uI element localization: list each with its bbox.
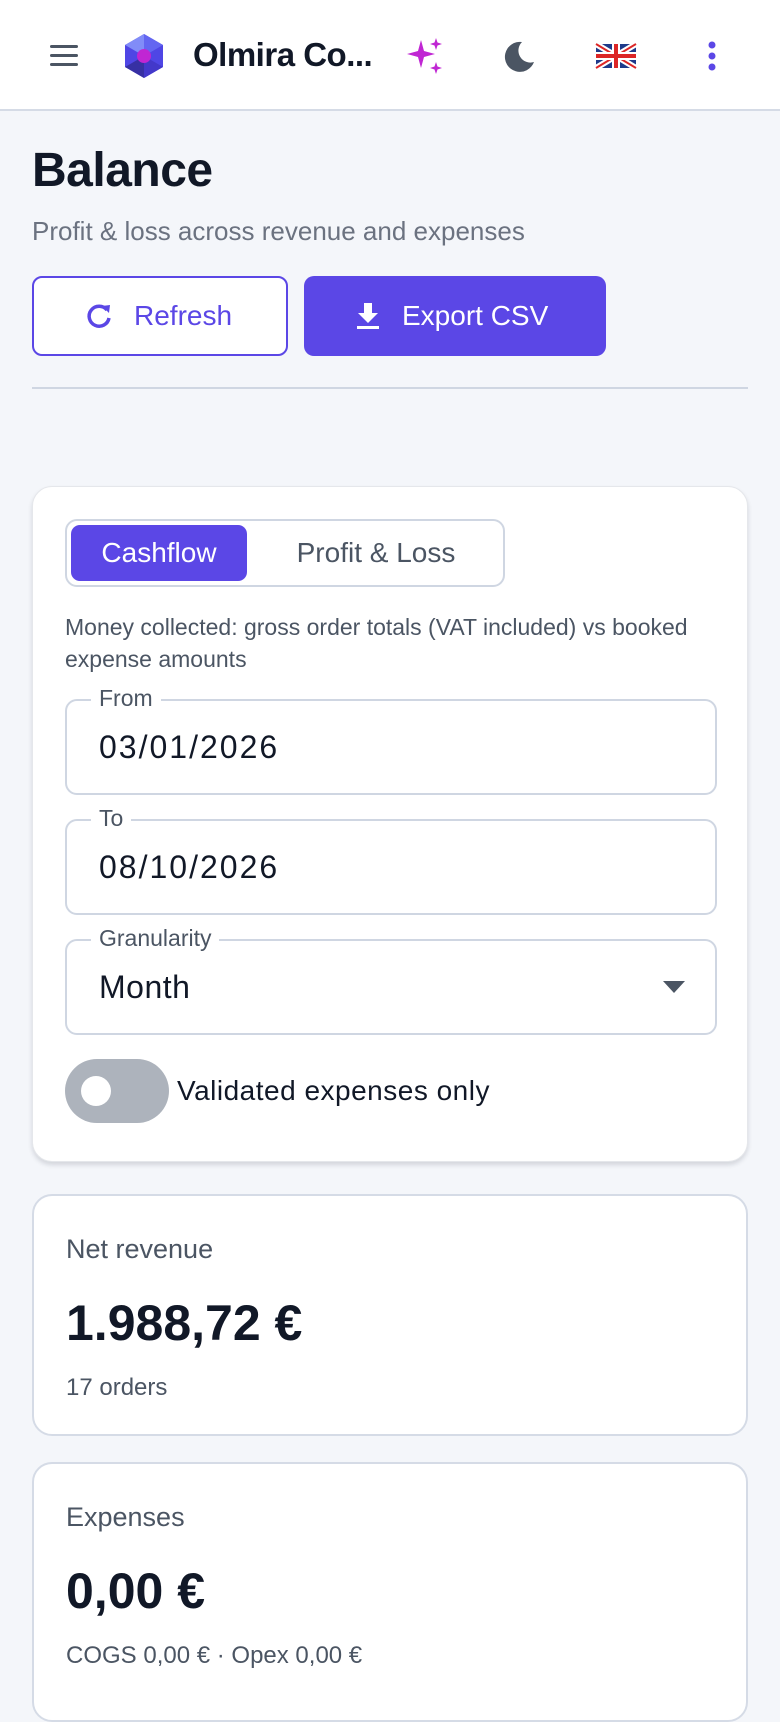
validated-only-switch[interactable] <box>65 1059 169 1123</box>
refresh-label: Refresh <box>134 300 233 331</box>
to-date-value: 08/10/2026 <box>99 849 280 885</box>
refresh-button[interactable]: Refresh <box>32 276 288 356</box>
chevron-down-icon <box>663 981 685 993</box>
from-date-label: From <box>91 685 161 712</box>
tab-profit-loss[interactable]: Profit & Loss <box>251 525 501 581</box>
stat-label: Net revenue <box>66 1234 214 1264</box>
app-title: Olmira Co... <box>193 36 373 73</box>
filters-card: Cashflow Profit & Loss Money collected: … <box>32 486 748 1162</box>
granularity-label: Granularity <box>91 925 220 952</box>
page-title: Balance <box>32 144 213 197</box>
export-csv-button[interactable]: Export CSV <box>304 276 606 356</box>
granularity-value: Month <box>99 969 191 1005</box>
refresh-icon <box>87 304 111 328</box>
sparkle-icon[interactable] <box>401 32 449 80</box>
page-subtitle: Profit & loss across revenue and expense… <box>32 216 525 246</box>
app-logo-icon <box>121 32 167 80</box>
stat-subtext: 17 orders <box>66 1374 168 1401</box>
from-date-value: 03/01/2026 <box>99 729 280 765</box>
section-divider <box>32 387 748 389</box>
app-bar: Olmira Co... <box>0 0 780 111</box>
stat-value: 0,00 € <box>66 1563 206 1619</box>
validated-only-label: Validated expenses only <box>177 1075 490 1106</box>
view-mode-toggle: Cashflow Profit & Loss <box>65 519 505 587</box>
uk-flag-icon[interactable] <box>592 32 640 80</box>
tab-cashflow[interactable]: Cashflow <box>71 525 247 581</box>
expenses-card: Expenses 0,00 € COGS 0,00 € · Opex 0,00 … <box>32 1462 748 1722</box>
dark-mode-icon[interactable] <box>496 32 544 80</box>
to-date-field[interactable]: To 08/10/2026 <box>65 805 717 915</box>
stat-label: Expenses <box>66 1502 185 1532</box>
from-date-field[interactable]: From 03/01/2026 <box>65 685 717 795</box>
granularity-select[interactable]: Granularity Month <box>65 925 717 1035</box>
switch-knob <box>81 1076 111 1106</box>
export-csv-label: Export CSV <box>402 300 549 331</box>
more-vert-icon[interactable] <box>688 32 736 80</box>
mode-description: Money collected: gross order totals (VAT… <box>65 614 688 672</box>
to-date-label: To <box>91 805 132 832</box>
download-icon <box>357 303 379 329</box>
net-revenue-card: Net revenue 1.988,72 € 17 orders <box>32 1194 748 1436</box>
stat-subtext: COGS 0,00 € · Opex 0,00 € <box>66 1642 363 1669</box>
menu-icon[interactable] <box>44 36 84 76</box>
stat-value: 1.988,72 € <box>66 1295 303 1351</box>
